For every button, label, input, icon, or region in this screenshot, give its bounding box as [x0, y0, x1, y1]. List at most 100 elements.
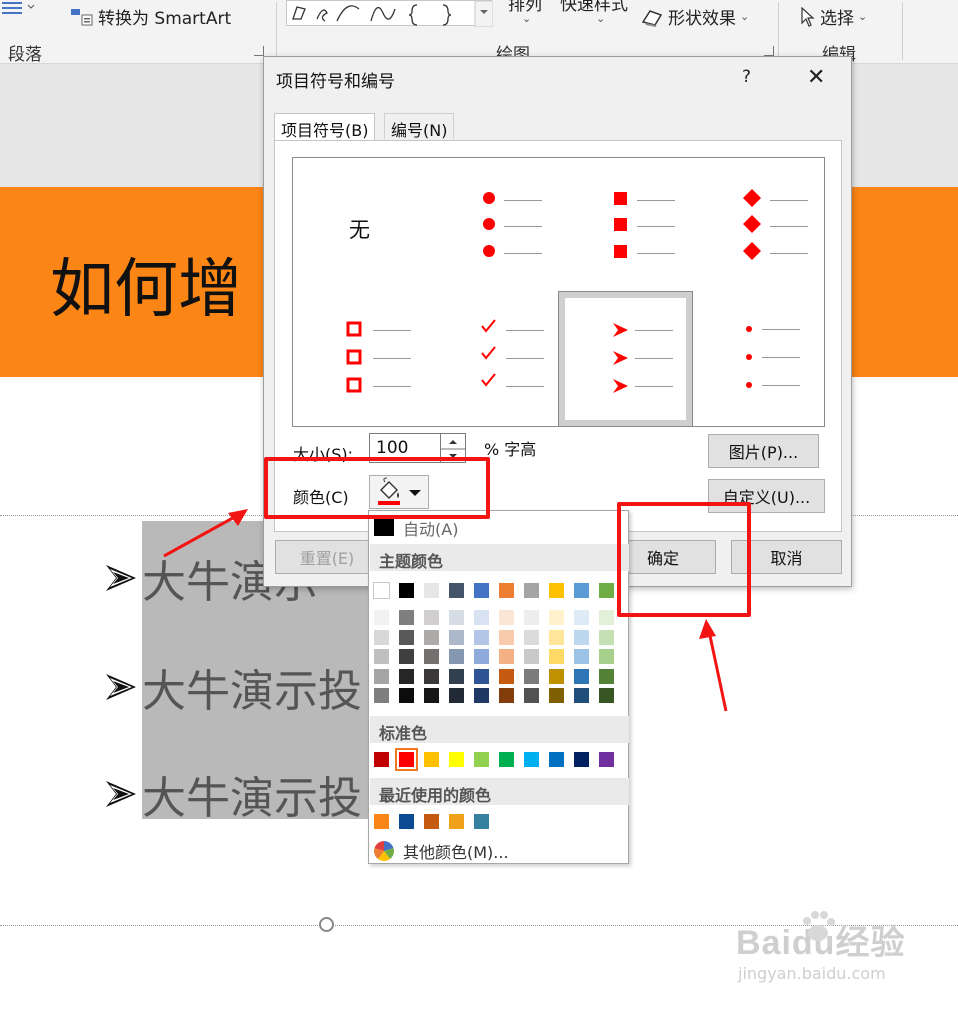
standard-color-swatch[interactable] — [448, 751, 465, 768]
bullet-style-arrow-selected[interactable] — [558, 291, 693, 427]
list-icon[interactable] — [2, 0, 35, 14]
paragraph-launcher-icon[interactable] — [254, 46, 264, 56]
reset-button[interactable]: 重置(E) — [275, 540, 379, 574]
select-button[interactable]: 选择 ⌄ — [800, 4, 867, 29]
standard-color-swatch[interactable] — [423, 751, 440, 768]
bullet-style-none[interactable]: 无 — [293, 158, 426, 292]
theme-shade-swatch[interactable] — [423, 667, 440, 685]
bullet-style-checkmark[interactable] — [426, 292, 559, 426]
theme-shade-swatch[interactable] — [498, 609, 515, 626]
theme-shade-swatch[interactable] — [373, 628, 390, 646]
theme-shade-swatch[interactable] — [398, 687, 415, 704]
standard-color-swatch[interactable] — [548, 751, 565, 768]
theme-shade-swatch[interactable] — [398, 628, 415, 646]
theme-shade-swatch[interactable] — [398, 609, 415, 626]
theme-shade-swatch[interactable] — [473, 609, 490, 626]
theme-shade-swatch[interactable] — [598, 687, 615, 704]
theme-shade-swatch[interactable] — [548, 667, 565, 685]
theme-shade-swatch[interactable] — [523, 609, 540, 626]
theme-color-swatch[interactable] — [423, 582, 440, 599]
bullet-style-small-dot[interactable] — [692, 292, 825, 426]
theme-shade-swatch[interactable] — [498, 628, 515, 646]
help-button[interactable]: ? — [742, 67, 751, 87]
theme-color-swatch[interactable] — [548, 582, 565, 599]
theme-shade-swatch[interactable] — [598, 648, 615, 665]
standard-color-swatch[interactable] — [395, 748, 418, 771]
standard-color-swatch[interactable] — [523, 751, 540, 768]
theme-shade-swatch[interactable] — [398, 667, 415, 685]
theme-shade-swatch[interactable] — [498, 667, 515, 685]
recent-color-swatch[interactable] — [423, 813, 440, 830]
tab-bullets[interactable]: 项目符号(B) — [274, 113, 376, 141]
theme-shade-swatch[interactable] — [598, 628, 615, 646]
theme-shade-swatch[interactable] — [423, 648, 440, 665]
theme-shade-swatch[interactable] — [598, 609, 615, 626]
theme-shade-swatch[interactable] — [573, 667, 590, 685]
theme-shade-swatch[interactable] — [448, 687, 465, 704]
theme-shade-swatch[interactable] — [548, 687, 565, 704]
theme-shade-swatch[interactable] — [373, 687, 390, 704]
theme-shade-swatch[interactable] — [548, 609, 565, 626]
theme-color-swatch[interactable] — [498, 582, 515, 599]
theme-shade-swatch[interactable] — [473, 687, 490, 704]
more-colors-item[interactable]: 其他颜色(M)... — [370, 837, 629, 863]
slide-bullet-2[interactable]: 大牛演示投 — [104, 655, 362, 719]
picture-button[interactable]: 图片(P)... — [708, 434, 819, 468]
theme-shade-swatch[interactable] — [473, 667, 490, 685]
theme-color-swatch[interactable] — [598, 582, 615, 599]
theme-shade-swatch[interactable] — [423, 687, 440, 704]
tab-numbers[interactable]: 编号(N) — [384, 113, 455, 140]
convert-smartart-button[interactable]: 转换为 SmartArt — [70, 4, 231, 29]
theme-color-swatch[interactable] — [573, 582, 590, 599]
theme-shade-swatch[interactable] — [448, 609, 465, 626]
standard-color-swatch[interactable] — [598, 751, 615, 768]
standard-color-swatch[interactable] — [373, 751, 390, 768]
theme-color-swatch[interactable] — [448, 582, 465, 599]
theme-shade-swatch[interactable] — [523, 667, 540, 685]
theme-shade-swatch[interactable] — [523, 628, 540, 646]
theme-shade-swatch[interactable] — [573, 648, 590, 665]
theme-shade-swatch[interactable] — [573, 687, 590, 704]
theme-shade-swatch[interactable] — [573, 628, 590, 646]
slide-bullet-3[interactable]: 大牛演示投 — [104, 762, 362, 826]
theme-shade-swatch[interactable] — [423, 609, 440, 626]
shape-effects-button[interactable]: 形状效果 ⌄ — [640, 4, 749, 29]
recent-color-swatch[interactable] — [448, 813, 465, 830]
theme-shade-swatch[interactable] — [448, 648, 465, 665]
slide-title[interactable]: 如何增 — [50, 238, 265, 330]
theme-shade-swatch[interactable] — [373, 667, 390, 685]
theme-color-swatch[interactable] — [473, 582, 490, 599]
theme-shade-swatch[interactable] — [523, 687, 540, 704]
standard-color-swatch[interactable] — [573, 751, 590, 768]
theme-shade-swatch[interactable] — [523, 648, 540, 665]
theme-shade-swatch[interactable] — [573, 609, 590, 626]
drawing-launcher-icon[interactable] — [764, 46, 774, 56]
theme-shade-swatch[interactable] — [473, 648, 490, 665]
theme-shade-swatch[interactable] — [448, 628, 465, 646]
theme-color-swatch[interactable] — [373, 582, 390, 599]
theme-shade-swatch[interactable] — [448, 667, 465, 685]
theme-shade-swatch[interactable] — [498, 687, 515, 704]
close-button[interactable]: ✕ — [807, 65, 825, 90]
theme-color-swatch[interactable] — [398, 582, 415, 599]
theme-shade-swatch[interactable] — [373, 648, 390, 665]
recent-color-swatch[interactable] — [373, 813, 390, 830]
bullet-style-filled-square[interactable] — [559, 158, 692, 292]
shapes-gallery[interactable] — [286, 0, 494, 28]
theme-shade-swatch[interactable] — [548, 628, 565, 646]
recent-color-swatch[interactable] — [473, 813, 490, 830]
theme-shade-swatch[interactable] — [423, 628, 440, 646]
bullet-style-diamond[interactable] — [692, 158, 825, 292]
theme-shade-swatch[interactable] — [398, 648, 415, 665]
standard-color-swatch[interactable] — [498, 751, 515, 768]
theme-shade-swatch[interactable] — [498, 648, 515, 665]
theme-shade-swatch[interactable] — [373, 609, 390, 626]
standard-color-swatch[interactable] — [473, 751, 490, 768]
bullet-style-filled-circle[interactable] — [426, 158, 559, 292]
bullet-style-hollow-square[interactable] — [293, 292, 426, 426]
quick-styles-button[interactable]: 快速样式 — [560, 0, 628, 15]
recent-color-swatch[interactable] — [398, 813, 415, 830]
resize-handle[interactable] — [319, 917, 334, 932]
theme-color-swatch[interactable] — [523, 582, 540, 599]
theme-shade-swatch[interactable] — [598, 667, 615, 685]
